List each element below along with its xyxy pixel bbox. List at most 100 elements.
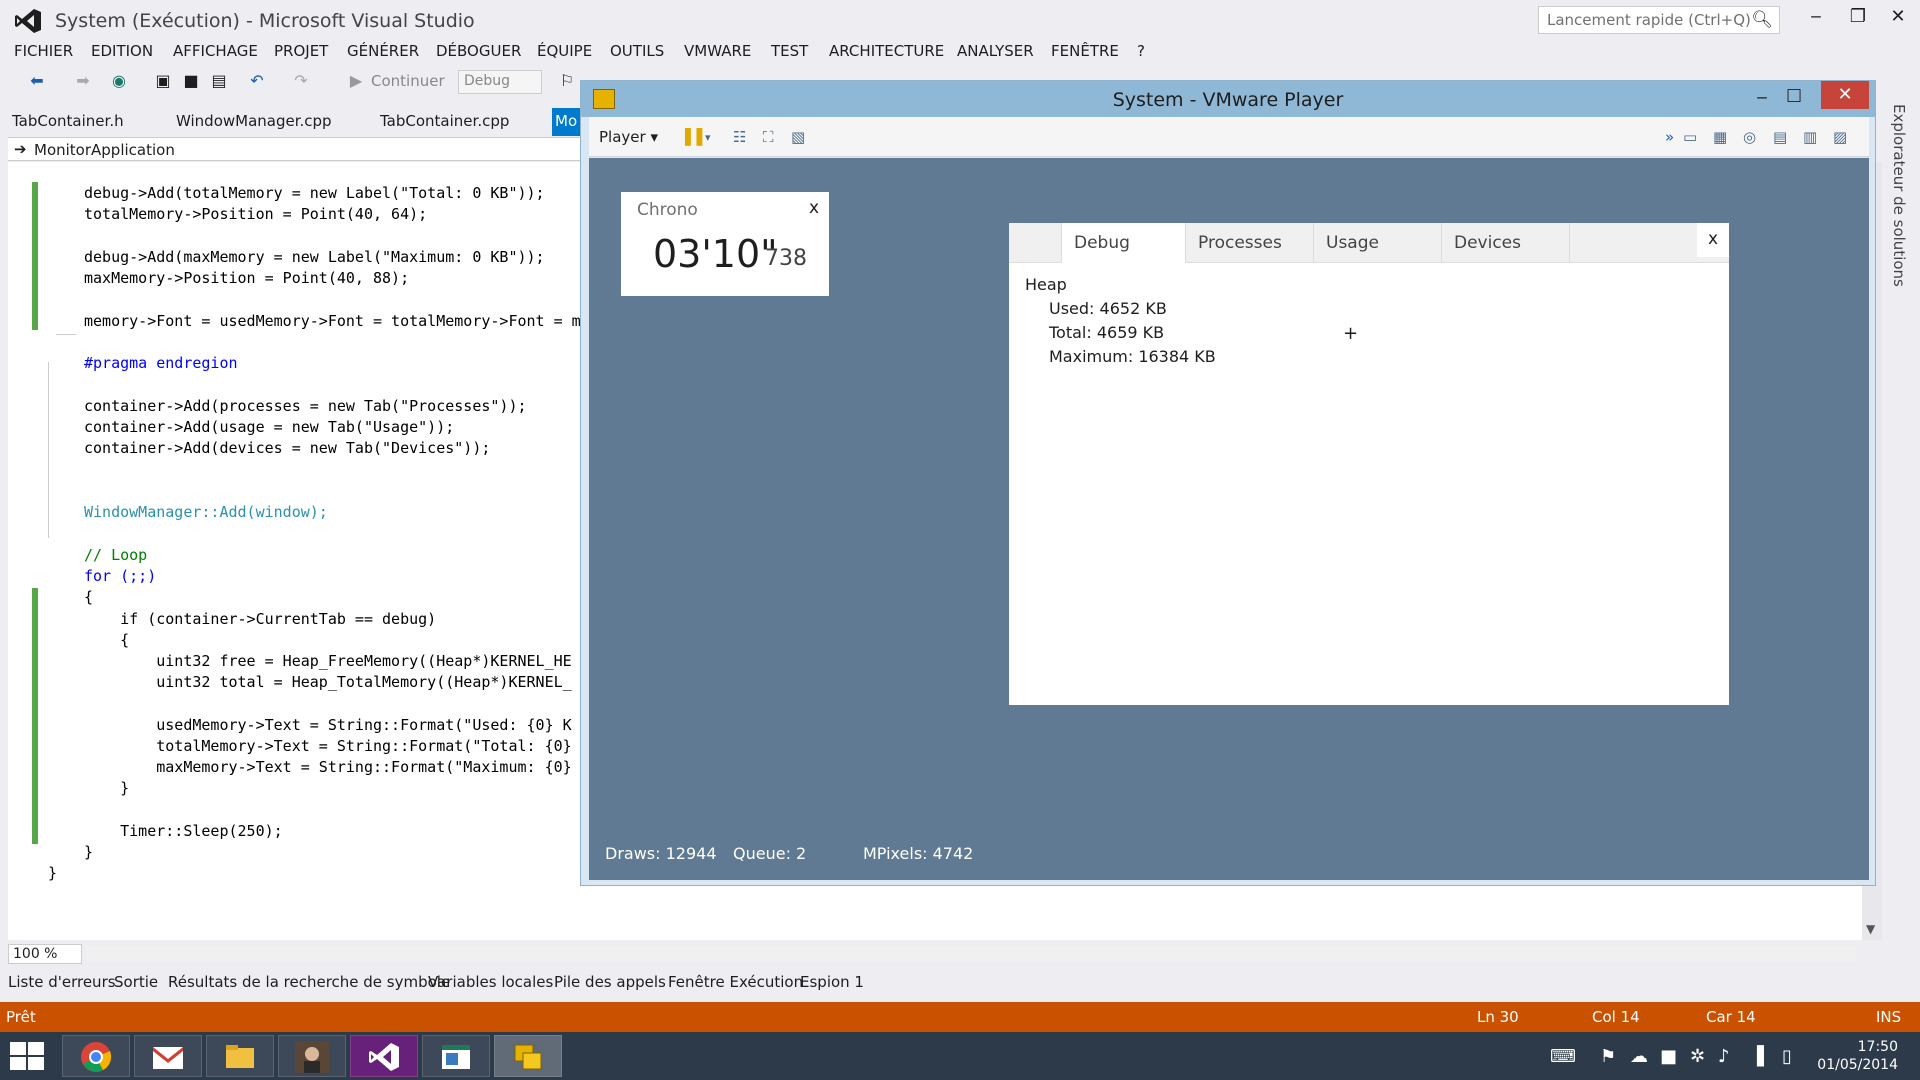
menu-fichier[interactable]: FICHIER bbox=[14, 42, 73, 60]
minimize-icon[interactable]: ‒ bbox=[1747, 87, 1777, 108]
double-chevron-right-icon[interactable]: » bbox=[1665, 128, 1674, 146]
config-select[interactable]: Debug bbox=[458, 70, 542, 94]
menu-equipe[interactable]: ÉQUIPE bbox=[537, 42, 592, 60]
navigation-bar[interactable]: ➔ MonitorApplication bbox=[8, 137, 580, 161]
network-adapter-icon[interactable]: ▦ bbox=[1713, 128, 1727, 146]
battery-icon[interactable]: ▯ bbox=[1782, 1046, 1792, 1067]
menu-vmware[interactable]: VMWARE bbox=[684, 42, 751, 60]
heap-used: Used: 4652 KB bbox=[1049, 299, 1167, 318]
status-ready: Prêt bbox=[6, 1008, 36, 1026]
unity-icon[interactable]: ▧ bbox=[791, 128, 805, 146]
vmware-taskbar-button[interactable] bbox=[494, 1035, 562, 1077]
back-icon[interactable]: ⬅ bbox=[26, 71, 48, 93]
chrome-taskbar-button[interactable] bbox=[62, 1035, 130, 1077]
tab-locals[interactable]: Variables locales bbox=[428, 973, 553, 991]
notification-flag-icon[interactable]: ⚑ bbox=[1600, 1046, 1616, 1067]
monitor-close-button[interactable]: x bbox=[1697, 223, 1729, 257]
keyboard-icon[interactable]: ⌨ bbox=[1550, 1046, 1576, 1067]
send-ctrl-alt-del-icon[interactable]: ☷ bbox=[733, 128, 746, 146]
forward-icon[interactable]: ➡ bbox=[72, 71, 94, 93]
visual-studio-taskbar-button[interactable] bbox=[350, 1035, 418, 1077]
tab-processes[interactable]: Processes bbox=[1185, 223, 1313, 263]
menu-affichage[interactable]: AFFICHAGE bbox=[173, 42, 258, 60]
tab-debug[interactable]: Debug bbox=[1061, 223, 1185, 263]
find-icon[interactable]: ⚐ bbox=[556, 71, 578, 93]
save-icon[interactable]: ■ bbox=[180, 71, 202, 93]
menu-test[interactable]: TEST bbox=[771, 42, 808, 60]
windows-start-icon[interactable] bbox=[10, 1042, 46, 1072]
scroll-down-icon[interactable]: ▼ bbox=[1866, 922, 1875, 936]
bluetooth-icon[interactable]: ✲ bbox=[1690, 1046, 1705, 1067]
menu-projet[interactable]: PROJET bbox=[274, 42, 328, 60]
restore-icon[interactable]: ❐ bbox=[1838, 6, 1878, 27]
menu-generer[interactable]: GÉNÉRER bbox=[347, 42, 419, 60]
message-icon[interactable]: ▨ bbox=[1833, 128, 1847, 146]
usb-icon[interactable]: ▥ bbox=[1803, 128, 1817, 146]
save-all-icon[interactable]: ▤ bbox=[208, 71, 230, 93]
code-line: // Loop bbox=[84, 546, 148, 564]
tab-error-list[interactable]: Liste d'erreurs bbox=[8, 973, 116, 991]
menu-fenetre[interactable]: FENÊTRE bbox=[1051, 42, 1119, 60]
photo-app-taskbar-button[interactable] bbox=[278, 1035, 346, 1077]
chrome-icon bbox=[81, 1042, 112, 1072]
fullscreen-icon[interactable]: ⛶ bbox=[763, 128, 774, 146]
heap-maximum: Maximum: 16384 KB bbox=[1049, 347, 1216, 366]
solution-icon[interactable]: ◉ bbox=[108, 71, 130, 93]
tab-immediate[interactable]: Fenêtre Exécution bbox=[668, 973, 803, 991]
tab-usage[interactable]: Usage bbox=[1313, 223, 1441, 263]
menu-help[interactable]: ? bbox=[1137, 42, 1145, 60]
tab-devices[interactable]: Devices bbox=[1441, 223, 1569, 263]
network-signal-icon[interactable]: ▐ bbox=[1750, 1046, 1764, 1067]
code-line: usedMemory->Text = String::Format("Used:… bbox=[84, 716, 572, 734]
tab-output[interactable]: Sortie bbox=[114, 973, 158, 991]
continue-button[interactable]: Continuer bbox=[371, 72, 445, 90]
monitor-app-taskbar-button[interactable] bbox=[422, 1035, 490, 1077]
tab-call-stack[interactable]: Pile des appels bbox=[554, 973, 666, 991]
minimize-icon[interactable]: ‒ bbox=[1796, 6, 1836, 27]
tab-symbol-results[interactable]: Résultats de la recherche de symbole bbox=[168, 973, 450, 991]
chrono-close-button[interactable]: x bbox=[809, 198, 819, 218]
chevron-down-icon[interactable]: ▾ bbox=[705, 131, 711, 144]
tab-active[interactable]: Mo bbox=[552, 108, 582, 136]
menu-architecture[interactable]: ARCHITECTURE bbox=[829, 42, 944, 60]
close-icon[interactable]: ✕ bbox=[1821, 81, 1869, 109]
vmware-icon bbox=[514, 1044, 542, 1070]
undo-icon[interactable]: ↶ bbox=[246, 71, 268, 93]
horizontal-scrollbar[interactable] bbox=[86, 946, 1856, 962]
player-menu-label: Player bbox=[599, 128, 646, 146]
solution-explorer-tab[interactable]: Explorateur de solutions bbox=[1884, 104, 1920, 944]
floppy-icon[interactable]: ▤ bbox=[1773, 128, 1787, 146]
menu-edition[interactable]: EDITION bbox=[91, 42, 153, 60]
heap-title: Heap bbox=[1025, 275, 1067, 294]
quick-launch-input[interactable]: Lancement rapide (Ctrl+Q) 🔍︎ bbox=[1538, 6, 1780, 34]
menu-outils[interactable]: OUTILS bbox=[610, 42, 664, 60]
continue-icon[interactable]: ▶ bbox=[345, 71, 367, 93]
tab-tabcontainer-cpp[interactable]: TabContainer.cpp bbox=[380, 112, 509, 130]
gmail-taskbar-button[interactable] bbox=[134, 1035, 202, 1077]
code-line: } bbox=[48, 864, 58, 882]
action-center-icon[interactable]: ■ bbox=[1660, 1046, 1677, 1067]
system-clock[interactable]: 17:50 01/05/2014 bbox=[1817, 1038, 1898, 1074]
volume-icon[interactable]: ♪ bbox=[1718, 1046, 1730, 1067]
new-project-icon[interactable]: ▣ bbox=[152, 71, 174, 93]
status-bar: Prêt Ln 30 Col 14 Car 14 INS bbox=[0, 1002, 1920, 1032]
heap-total: Total: 4659 KB bbox=[1049, 323, 1165, 342]
file-explorer-taskbar-button[interactable] bbox=[206, 1035, 274, 1077]
hard-disk-icon[interactable]: ▭ bbox=[1683, 128, 1697, 146]
quick-launch-placeholder: Lancement rapide (Ctrl+Q) bbox=[1547, 11, 1751, 29]
maximize-icon[interactable]: □ bbox=[1779, 85, 1809, 105]
player-menu-button[interactable]: Player ▾ bbox=[599, 128, 658, 146]
cd-drive-icon[interactable]: ◎ bbox=[1743, 128, 1756, 146]
menu-deboguer[interactable]: DÉBOGUER bbox=[436, 42, 521, 60]
onedrive-icon[interactable]: ☁ bbox=[1630, 1046, 1648, 1067]
vmware-player-window: System - VMware Player ‒ □ ✕ Player ▾ ▌▌… bbox=[580, 80, 1876, 886]
tab-windowmanager-cpp[interactable]: WindowManager.cpp bbox=[176, 112, 332, 130]
tab-watch-1[interactable]: Espion 1 bbox=[800, 973, 864, 991]
menu-analyser[interactable]: ANALYSER bbox=[957, 42, 1034, 60]
redo-icon[interactable]: ↷ bbox=[290, 71, 312, 93]
zoom-select[interactable]: 100 % bbox=[8, 944, 82, 964]
code-line: memory->Font = usedMemory->Font = totalM… bbox=[84, 312, 581, 330]
tab-tabcontainer-h[interactable]: TabContainer.h bbox=[12, 112, 124, 130]
vm-screen[interactable]: Chrono x 03'10" 738 Debug Processes Usag… bbox=[589, 158, 1869, 880]
close-icon[interactable]: ✕ bbox=[1878, 6, 1918, 27]
